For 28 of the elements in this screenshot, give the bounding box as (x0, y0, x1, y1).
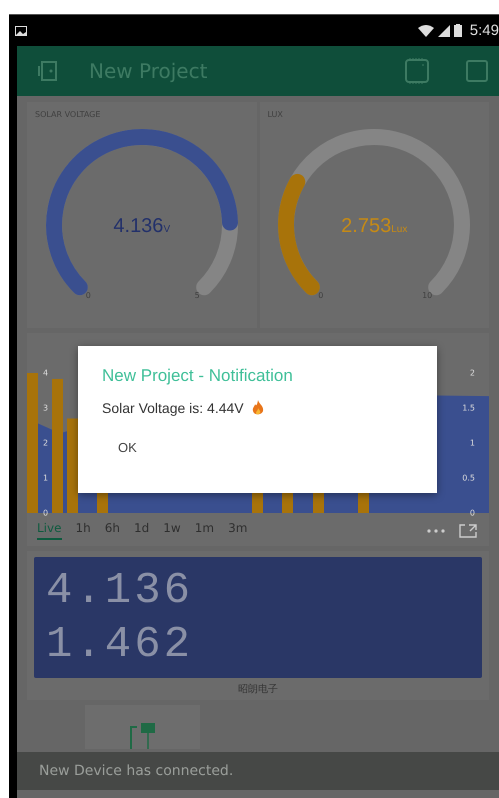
gauge-value: 4.136V (113, 215, 170, 238)
period-tab[interactable]: 1m (194, 521, 214, 540)
lcd-line: 4.136 (46, 564, 194, 618)
axis-label: 1 (43, 474, 48, 482)
lcd-line: 1.462 (46, 618, 194, 672)
axis-label: 3 (43, 404, 48, 412)
axis-label: 0 (470, 508, 475, 518)
axis-label: 4 (43, 368, 48, 378)
period-tab[interactable]: 1d (134, 521, 150, 540)
axis-label: 0.5 (462, 474, 475, 482)
ok-button[interactable]: OK (102, 436, 153, 459)
axis-label: 2 (470, 368, 475, 378)
lcd-caption: 昭朗电子 (238, 682, 278, 696)
axis-label: 2 (43, 438, 48, 448)
period-tab[interactable]: 1h (76, 521, 91, 540)
period-tab[interactable]: 1w (163, 521, 181, 540)
status-time: 5:49 (470, 22, 499, 39)
period-tab[interactable]: Live (37, 521, 62, 540)
period-tab[interactable]: 6h (104, 521, 120, 540)
gauge-value: 2.753Lux (341, 215, 408, 238)
axis-label: 1 (470, 438, 475, 448)
dialog-message: Solar Voltage is: 4.44V (102, 400, 244, 416)
period-tab[interactable]: 3m (228, 521, 248, 540)
dialog-title: New Project - Notification (102, 366, 293, 386)
axis-label: 1.5 (462, 404, 475, 412)
axis-label: 0 (43, 508, 48, 518)
snackbar-message: New Device has connected. (39, 763, 234, 779)
gauge-max: 10 (422, 291, 432, 300)
